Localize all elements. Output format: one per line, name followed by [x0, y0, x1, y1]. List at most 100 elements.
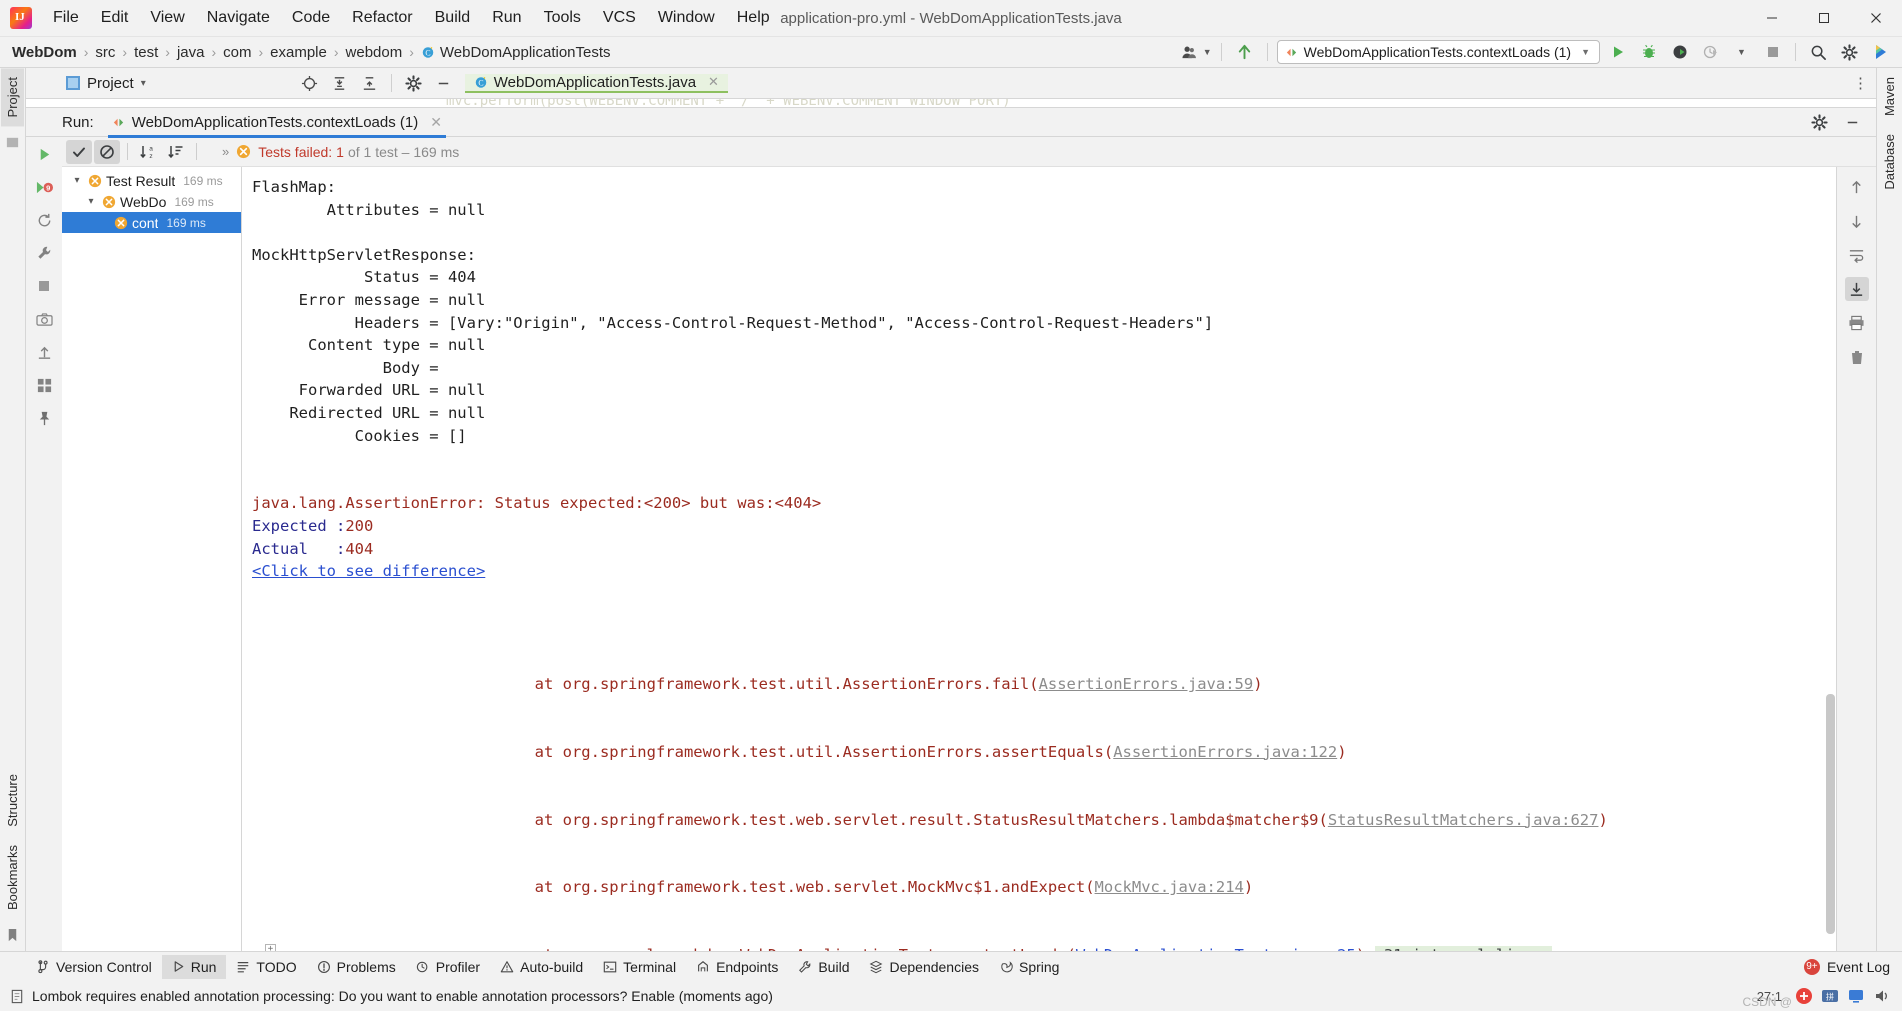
test-tree-row-test-result[interactable]: ▾ Test Result 169 ms: [62, 170, 241, 191]
stack-line-link[interactable]: AssertionErrors.java:122: [1113, 743, 1337, 761]
status-message[interactable]: Lombok requires enabled annotation proce…: [32, 988, 773, 1004]
debug-button[interactable]: [1635, 40, 1662, 64]
maximize-button[interactable]: [1798, 0, 1850, 37]
breadcrumb-item-src[interactable]: src: [91, 42, 119, 63]
close-button[interactable]: [1850, 0, 1902, 37]
breadcrumb-item-class[interactable]: C WebDomApplicationTests: [417, 42, 615, 63]
bottom-tab-terminal[interactable]: Terminal: [593, 955, 686, 979]
settings-gear-icon[interactable]: [400, 71, 427, 95]
ide-assistant-icon[interactable]: [1867, 40, 1894, 64]
bottom-tab-problems[interactable]: Problems: [307, 955, 406, 979]
menu-navigate[interactable]: Navigate: [196, 4, 281, 32]
screenshot-icon[interactable]: [32, 307, 56, 331]
stop-button[interactable]: [1759, 40, 1786, 64]
menu-file[interactable]: File: [42, 4, 90, 32]
stack-trace-line[interactable]: at org.springframework.test.util.Asserti…: [292, 718, 1876, 786]
diff-link-line[interactable]: <Click to see difference>: [252, 560, 1876, 583]
breadcrumb-item-webdom[interactable]: webdom: [342, 42, 407, 63]
hide-tool-window-icon[interactable]: [1839, 110, 1866, 134]
menu-build[interactable]: Build: [424, 4, 482, 32]
sort-by-duration-button[interactable]: [163, 140, 189, 164]
menu-view[interactable]: View: [139, 4, 195, 32]
editor-more-options[interactable]: ⋮: [1845, 74, 1876, 92]
sidebar-item-bookmarks[interactable]: Bookmarks: [1, 836, 24, 919]
run-with-coverage-button[interactable]: [1666, 40, 1693, 64]
stack-trace-line[interactable]: + at com.example.webdom.WebDomApplicatio…: [265, 922, 1876, 951]
click-to-see-difference-link[interactable]: <Click to see difference>: [252, 562, 485, 580]
ime-tray-icon[interactable]: 拼: [1820, 986, 1840, 1006]
breadcrumb-item-test[interactable]: test: [130, 42, 162, 63]
print-icon[interactable]: [1845, 311, 1869, 335]
close-icon[interactable]: ✕: [708, 74, 719, 90]
fold-expand-icon[interactable]: +: [265, 944, 276, 951]
bottom-tab-dependencies[interactable]: Dependencies: [859, 955, 989, 979]
test-tree-row-webdom[interactable]: ▾ WebDo 169 ms: [62, 191, 241, 212]
scroll-down-icon[interactable]: [1845, 209, 1869, 233]
stack-trace-line[interactable]: at org.springframework.test.web.servlet.…: [292, 786, 1876, 854]
bottom-tab-version-control[interactable]: Version Control: [26, 955, 162, 979]
bottom-tab-auto-build[interactable]: Auto-build: [490, 955, 593, 979]
internal-lines-note[interactable]: <31 internal lines>: [1374, 946, 1552, 951]
search-icon[interactable]: [1805, 40, 1832, 64]
soft-wrap-icon[interactable]: [1845, 243, 1869, 267]
stack-line-link[interactable]: MockMvc.java:214: [1095, 878, 1244, 896]
run-button[interactable]: [1604, 40, 1631, 64]
bottom-tab-todo[interactable]: TODO: [226, 955, 306, 979]
sidebar-item-project[interactable]: Project: [1, 68, 24, 127]
minimize-button[interactable]: [1746, 0, 1798, 37]
breadcrumb-item-java[interactable]: java: [173, 42, 209, 63]
bottom-tab-build[interactable]: Build: [788, 955, 859, 979]
run-tab-contextloads[interactable]: WebDomApplicationTests.contextLoads (1) …: [107, 108, 447, 138]
rerun-icon[interactable]: [32, 142, 56, 166]
menu-help[interactable]: Help: [726, 4, 781, 32]
close-icon[interactable]: ✕: [430, 114, 442, 131]
stop-icon[interactable]: [32, 274, 56, 298]
update-project-icon[interactable]: [1231, 40, 1258, 64]
settings-wrench-icon[interactable]: [32, 241, 56, 265]
event-log-label[interactable]: Event Log: [1827, 959, 1890, 975]
collapse-all-icon[interactable]: [356, 71, 383, 95]
bottom-tab-endpoints[interactable]: Endpoints: [686, 955, 788, 979]
test-console-output[interactable]: FlashMap: Attributes = null MockHttpServ…: [242, 167, 1876, 951]
sort-alphabetically-button[interactable]: az: [135, 140, 161, 164]
run-configuration-selector[interactable]: WebDomApplicationTests.contextLoads (1) …: [1276, 40, 1600, 64]
menu-tools[interactable]: Tools: [533, 4, 592, 32]
menu-refactor[interactable]: Refactor: [341, 4, 423, 32]
network-tray-icon[interactable]: [1846, 986, 1866, 1006]
stack-line-link[interactable]: StatusResultMatchers.java:627: [1328, 811, 1599, 829]
settings-gear-icon[interactable]: [1836, 40, 1863, 64]
stack-trace-line[interactable]: at org.springframework.test.util.Asserti…: [292, 650, 1876, 718]
delete-icon[interactable]: [1845, 345, 1869, 369]
bookmarks-icon[interactable]: [3, 925, 23, 945]
stack-line-link[interactable]: AssertionErrors.java:59: [1039, 675, 1254, 693]
profile-icon[interactable]: [1176, 40, 1203, 64]
breadcrumb-item-project[interactable]: WebDom: [8, 42, 81, 63]
project-icon[interactable]: [3, 132, 23, 152]
rerun-failed-tests-icon[interactable]: 9: [32, 175, 56, 199]
menu-window[interactable]: Window: [647, 4, 726, 32]
sound-tray-icon[interactable]: [1872, 986, 1892, 1006]
notification-tray-icon[interactable]: [1794, 986, 1814, 1006]
bottom-tab-profiler[interactable]: Profiler: [406, 955, 490, 979]
bottom-tab-spring[interactable]: Spring: [989, 955, 1069, 979]
settings-gear-icon[interactable]: [1806, 110, 1833, 134]
layout-icon[interactable]: [32, 373, 56, 397]
menu-code[interactable]: Code: [281, 4, 341, 32]
scroll-up-icon[interactable]: [1845, 175, 1869, 199]
expand-all-icon[interactable]: [326, 71, 353, 95]
hide-tool-window-icon[interactable]: [430, 71, 457, 95]
show-ignored-tests-toggle[interactable]: [94, 139, 120, 164]
bottom-tab-run[interactable]: Run: [161, 954, 227, 979]
chevron-down-icon[interactable]: ▼: [1581, 47, 1590, 57]
more-vertical-icon[interactable]: ⋮: [1853, 74, 1868, 92]
test-tree-row-contextloads[interactable]: cont 169 ms: [62, 212, 241, 233]
profiler-button[interactable]: [1697, 40, 1724, 64]
pin-icon[interactable]: [32, 406, 56, 430]
chevron-down-icon[interactable]: ▾: [70, 175, 84, 186]
stack-trace-line[interactable]: at org.springframework.test.web.servlet.…: [292, 854, 1876, 922]
menu-edit[interactable]: Edit: [90, 4, 140, 32]
chevron-down-icon[interactable]: ▼: [1203, 47, 1212, 57]
export-icon[interactable]: [32, 340, 56, 364]
chevron-down-icon[interactable]: ▾: [84, 196, 98, 207]
breadcrumb-item-com[interactable]: com: [219, 42, 255, 63]
